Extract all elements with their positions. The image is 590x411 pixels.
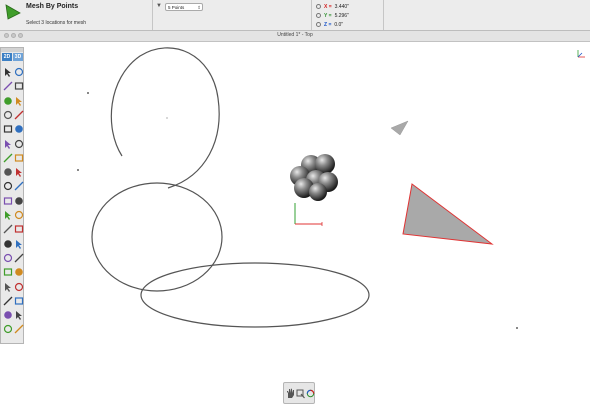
loop-curve[interactable] xyxy=(110,47,220,189)
layer-icon[interactable] xyxy=(14,321,24,334)
coord-y[interactable]: Y = 5.296" xyxy=(324,13,349,19)
pointer-alt-icon[interactable] xyxy=(14,64,24,77)
coord-y-label: Y = xyxy=(324,13,332,19)
rotate-icon[interactable] xyxy=(14,207,24,220)
coord-x-value: 3.440" xyxy=(334,4,349,10)
point-marker[interactable] xyxy=(516,327,518,329)
tab-2d[interactable]: 2D xyxy=(2,53,12,61)
solid-icon[interactable] xyxy=(14,236,24,249)
points-count-select[interactable]: 5 Points ⇕ xyxy=(165,3,203,11)
mesh-icon[interactable] xyxy=(14,250,24,263)
polygon-icon[interactable] xyxy=(14,121,24,133)
coord-lock-icon[interactable] xyxy=(316,22,321,27)
coord-lock-icon[interactable] xyxy=(316,13,321,18)
rectangle-icon[interactable] xyxy=(3,121,13,133)
coord-x[interactable]: X = 3.440" xyxy=(324,4,349,10)
tool-title: Mesh By Points xyxy=(26,3,79,10)
divider xyxy=(383,0,384,30)
mirror-icon[interactable] xyxy=(3,193,13,205)
line-icon[interactable] xyxy=(14,78,24,90)
divider xyxy=(152,0,153,30)
triangle-mesh-icon xyxy=(5,4,21,20)
sphere-cluster[interactable] xyxy=(290,154,338,201)
tool-prompt: Select 3 locations for mesh xyxy=(26,20,87,26)
hand-pan-icon[interactable] xyxy=(286,388,295,399)
copy-icon[interactable] xyxy=(3,178,13,191)
fit-icon[interactable] xyxy=(14,307,24,321)
view-gnomon-icon[interactable] xyxy=(577,50,585,58)
text-icon[interactable] xyxy=(3,150,13,163)
window-title-bar: Untitled 1* - Top xyxy=(0,31,590,42)
trim-icon[interactable] xyxy=(14,136,24,148)
circle-icon[interactable] xyxy=(14,93,24,106)
scale-icon[interactable] xyxy=(3,221,13,234)
surface-icon[interactable] xyxy=(3,250,13,262)
tab-3d[interactable]: 3D xyxy=(13,53,23,61)
curve-icon[interactable] xyxy=(3,107,13,119)
render-icon[interactable] xyxy=(3,264,13,276)
view-palette xyxy=(283,382,315,404)
offset-icon[interactable] xyxy=(3,136,13,149)
point-marker[interactable] xyxy=(87,92,89,94)
ellipse-curve[interactable] xyxy=(91,182,223,292)
annotate-icon[interactable] xyxy=(14,150,24,162)
orbit-icon[interactable] xyxy=(3,307,13,319)
arc-icon[interactable] xyxy=(3,93,13,105)
triangle-mesh[interactable] xyxy=(402,183,494,245)
coord-lock-icon[interactable] xyxy=(316,4,321,9)
sphere-icon[interactable] xyxy=(14,193,24,205)
chevron-down-icon[interactable]: ▼ xyxy=(156,3,162,9)
dimension-icon[interactable] xyxy=(3,164,13,176)
small-triangle-mesh[interactable] xyxy=(390,120,409,136)
large-ellipse-curve[interactable] xyxy=(140,262,370,328)
pointer-icon[interactable] xyxy=(3,64,13,77)
display-icon[interactable] xyxy=(3,321,13,334)
camera-icon[interactable] xyxy=(14,279,24,291)
array-icon[interactable] xyxy=(14,178,24,191)
boolean-icon[interactable] xyxy=(14,221,24,233)
points-count-value: 5 Points xyxy=(168,5,185,10)
palette-header[interactable] xyxy=(1,48,23,52)
orbit-refresh-icon[interactable] xyxy=(306,388,315,399)
point-icon[interactable] xyxy=(3,78,13,91)
view-icon[interactable] xyxy=(3,279,13,292)
coord-z[interactable]: Z = 0.0" xyxy=(324,22,343,28)
coord-y-value: 5.296" xyxy=(334,13,349,19)
light-icon[interactable] xyxy=(14,264,24,276)
point-marker[interactable] xyxy=(77,169,79,171)
coord-x-label: X = xyxy=(324,4,332,10)
hatch-icon[interactable] xyxy=(14,164,24,178)
transform-icon[interactable] xyxy=(3,236,13,248)
window-title: Untitled 1* - Top xyxy=(277,32,313,38)
stepper-icon[interactable]: ⇕ xyxy=(197,4,201,12)
tool-bar: Mesh By Points Select 3 locations for me… xyxy=(0,0,590,31)
move-icon[interactable] xyxy=(3,207,13,220)
drawing-canvas[interactable] xyxy=(0,42,590,411)
point-marker[interactable] xyxy=(166,117,168,119)
zoom-window-icon[interactable] xyxy=(296,388,305,399)
tool-palette: 2D 3D xyxy=(0,47,24,344)
pan-icon[interactable] xyxy=(3,293,13,306)
divider xyxy=(311,0,312,30)
coord-z-value: 0.0" xyxy=(334,22,344,28)
zoom-icon[interactable] xyxy=(14,293,24,305)
spline-icon[interactable] xyxy=(14,107,24,120)
coord-z-label: Z = xyxy=(324,22,332,28)
